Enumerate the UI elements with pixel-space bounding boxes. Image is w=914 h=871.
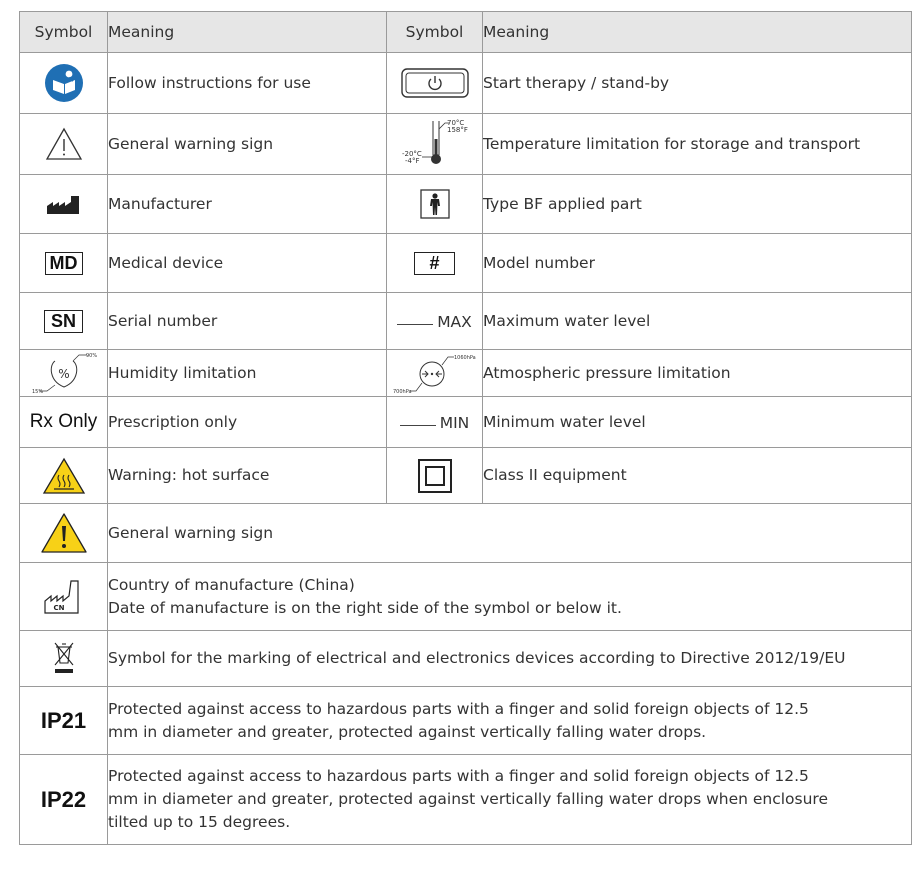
symbol-cell: MIN (386, 396, 483, 448)
header-symbol-2: Symbol (386, 11, 483, 53)
symbol-cell: 1060hPa 700hPa (386, 349, 483, 397)
table-row: MD Medical device # Model number (19, 233, 912, 293)
humidity-icon: % 90% 15% (32, 353, 97, 395)
symbol-cell (19, 113, 108, 175)
symbol-cell (19, 174, 108, 234)
symbol-cell (386, 447, 483, 504)
symbol-cell: IP21 (19, 686, 108, 755)
meaning-cell: General warning sign (107, 113, 387, 175)
symbol-cell: MAX (386, 292, 483, 350)
sn-symbol: SN (43, 309, 83, 333)
table-row: General warning sign (19, 503, 912, 563)
person-bf-icon (419, 189, 450, 219)
max-label: MAX (437, 312, 472, 331)
factory-icon (46, 196, 79, 214)
table-row: Symbol for the marking of electrical and… (19, 630, 912, 687)
meaning-cell: Maximum water level (482, 292, 912, 350)
symbol-cell: 70°C 158°F -20°C -4°F (386, 113, 483, 175)
header-symbol: Symbol (19, 11, 108, 53)
table-row: IP22 Protected against access to hazardo… (19, 754, 912, 845)
meaning-cell: Medical device (107, 233, 387, 293)
humidity-low: 15% (32, 389, 43, 395)
header-row: Symbol Meaning Symbol Meaning (19, 11, 912, 53)
md-symbol: MD (44, 251, 83, 275)
symbol-cell (19, 52, 108, 114)
weee-bin-icon (54, 642, 73, 673)
meaning-cell: Protected against access to hazardous pa… (107, 686, 912, 755)
humidity-high: 90% (86, 353, 97, 359)
symbol-cell (19, 447, 108, 504)
symbol-cell: IP22 (19, 754, 108, 845)
header-meaning: Meaning (107, 11, 387, 53)
meaning-cell: Humidity limitation (107, 349, 387, 397)
table-row: CN Country of manufacture (China) Date o… (19, 562, 912, 631)
symbol-cell: % 90% 15% (19, 349, 108, 397)
meaning-cell: Symbol for the marking of electrical and… (107, 630, 912, 687)
pressure-high: 1060hPa (454, 355, 476, 361)
symbol-cell: Rx Only (19, 396, 108, 448)
max-level-symbol: MAX (397, 313, 472, 331)
meaning-cell: Start therapy / stand-by (482, 52, 912, 114)
temp-high-f: 158°F (447, 126, 468, 134)
header-meaning-2: Meaning (482, 11, 912, 53)
meaning-cell: General warning sign (107, 503, 912, 563)
hot-surface-icon (42, 457, 85, 494)
symbol-cell (386, 174, 483, 234)
symbol-cell: MD (19, 233, 108, 293)
symbol-cell (386, 52, 483, 114)
class-ii-icon (417, 458, 452, 493)
table-row: % 90% 15% Humidity limitation 1060hPa 70… (19, 349, 912, 397)
table-row: SN Serial number MAX Maximum water level (19, 292, 912, 350)
meaning-cell: Country of manufacture (China) Date of m… (107, 562, 912, 631)
level-line (397, 323, 434, 325)
svg-text:%: % (58, 367, 69, 381)
country-factory-icon: CN (43, 579, 79, 614)
warning-outline-icon (45, 127, 82, 160)
symbol-cell: CN (19, 562, 108, 631)
min-label: MIN (439, 413, 470, 432)
warning-yellow-icon (40, 513, 87, 553)
min-level-symbol: MIN (399, 413, 470, 432)
temp-low-f: -4°F (405, 157, 420, 165)
symbol-cell: SN (19, 292, 108, 350)
meaning-cell: Protected against access to hazardous pa… (107, 754, 912, 845)
rx-only-symbol: Rx Only (29, 411, 98, 432)
level-line (399, 424, 436, 426)
table-row: General warning sign 70°C 158°F -20°C -4… (19, 113, 912, 175)
symbol-cell (19, 630, 108, 687)
country-code: CN (53, 604, 64, 612)
meaning-cell: Follow instructions for use (107, 52, 387, 114)
manual-icon (44, 64, 83, 102)
ip22-symbol: IP22 (40, 786, 87, 812)
ip21-symbol: IP21 (40, 707, 87, 733)
meaning-cell: Warning: hot surface (107, 447, 387, 504)
table-row: Follow instructions for use Start therap… (19, 52, 912, 114)
pressure-low: 700hPa (393, 389, 412, 395)
meaning-cell: Type BF applied part (482, 174, 912, 234)
table-row: IP21 Protected against access to hazardo… (19, 686, 912, 755)
symbol-cell: # (386, 233, 483, 293)
model-number-symbol: # (414, 251, 455, 275)
thermometer-icon: 70°C 158°F -20°C -4°F (402, 119, 468, 165)
pressure-icon: 1060hPa 700hPa (393, 355, 476, 395)
meaning-cell: Temperature limitation for storage and t… (482, 113, 912, 175)
meaning-cell: Minimum water level (482, 396, 912, 448)
table-row: Warning: hot surface Class II equipment (19, 447, 912, 504)
power-button-icon (400, 68, 469, 98)
symbols-table: Symbol Meaning Symbol Meaning Follow ins… (19, 11, 912, 845)
table-row: Manufacturer Type BF applied part (19, 174, 912, 234)
table-row: Rx Only Prescription only MIN Minimum wa… (19, 396, 912, 448)
meaning-cell: Serial number (107, 292, 387, 350)
meaning-cell: Model number (482, 233, 912, 293)
meaning-cell: Atmospheric pressure limitation (482, 349, 912, 397)
meaning-cell: Prescription only (107, 396, 387, 448)
symbol-cell (19, 503, 108, 563)
meaning-cell: Class II equipment (482, 447, 912, 504)
meaning-cell: Manufacturer (107, 174, 387, 234)
